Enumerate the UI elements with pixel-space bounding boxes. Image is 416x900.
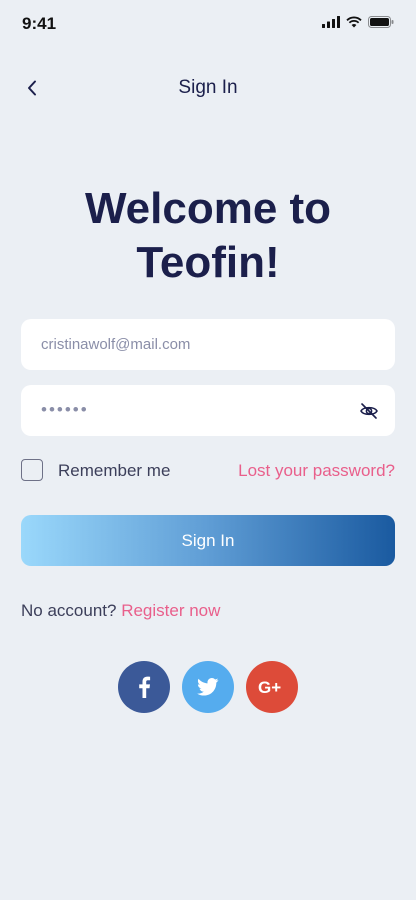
status-time: 9:41 <box>22 14 57 33</box>
wifi-icon <box>346 16 362 28</box>
google-plus-icon: G+ <box>258 678 281 696</box>
register-row: No account? Register now <box>21 601 220 621</box>
remember-me-checkbox[interactable] <box>21 459 43 481</box>
headline-line-2: Teofin! <box>136 238 280 287</box>
facebook-icon <box>139 676 151 698</box>
headline-line-1: Welcome to <box>84 184 332 233</box>
password-value: •••••• <box>41 400 89 419</box>
status-bar: 9:41 <box>0 0 416 50</box>
register-now-link[interactable]: Register now <box>121 601 220 620</box>
battery-icon <box>368 16 394 28</box>
sign-in-button[interactable]: Sign In <box>21 515 395 566</box>
eye-off-icon <box>360 403 378 419</box>
twitter-icon <box>197 678 219 696</box>
password-field[interactable]: •••••• <box>21 385 395 436</box>
toggle-password-visibility-button[interactable] <box>359 401 379 421</box>
email-field[interactable] <box>21 319 395 370</box>
remember-row: Remember me Lost your password? <box>21 459 395 483</box>
status-icons <box>322 16 394 28</box>
google-plus-button[interactable]: G+ <box>246 661 298 713</box>
email-field-container <box>21 319 395 370</box>
page-title: Sign In <box>178 77 238 98</box>
twitter-button[interactable] <box>182 661 234 713</box>
signal-icon <box>322 16 340 28</box>
nav-bar: Sign In <box>0 70 416 106</box>
social-login-row: G+ <box>0 661 416 713</box>
svg-text:G+: G+ <box>258 678 281 696</box>
facebook-button[interactable] <box>118 661 170 713</box>
remember-me-label: Remember me <box>58 461 171 480</box>
welcome-headline: Welcome to Teofin! <box>0 182 416 290</box>
lost-password-link[interactable]: Lost your password? <box>238 461 395 481</box>
register-prompt: No account? <box>21 601 117 620</box>
